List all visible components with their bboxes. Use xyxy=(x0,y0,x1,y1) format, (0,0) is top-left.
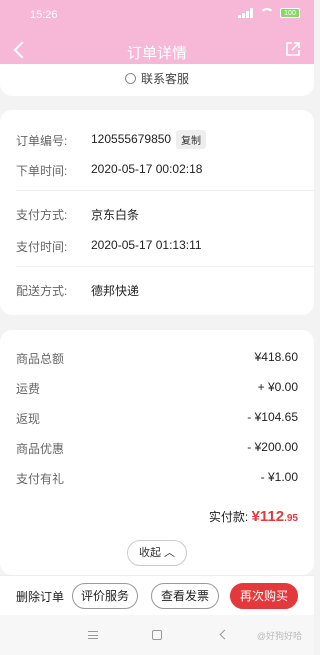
signal-icon xyxy=(238,8,254,18)
divider xyxy=(16,266,314,267)
status-bar: 15:26 100 xyxy=(0,0,314,26)
view-invoice-button[interactable]: 查看发票 xyxy=(151,583,219,609)
copy-button[interactable]: 复制 xyxy=(176,130,206,149)
system-back-icon[interactable] xyxy=(219,629,230,640)
delivery-value: 德邦快递 xyxy=(91,284,140,298)
divider xyxy=(16,190,314,191)
delivery-label: 配送方式: xyxy=(16,284,68,298)
price-row-value: - ¥104.65 xyxy=(247,410,298,424)
paid-dec: .95 xyxy=(284,513,298,524)
paid-amount: 实付款: ¥112.95 xyxy=(209,508,298,525)
paid-label: 实付款: xyxy=(208,510,249,524)
top-header: 15:26 100 订单详情 xyxy=(0,0,314,72)
menu-icon[interactable] xyxy=(88,631,98,639)
pay-time-label: 支付时间: xyxy=(16,240,68,254)
home-icon[interactable] xyxy=(152,630,162,640)
price-row-label: 支付有礼 xyxy=(16,472,65,486)
pay-time-value: 2020-05-17 01:13:11 xyxy=(91,238,202,252)
price-row-label: 返现 xyxy=(16,412,41,426)
wifi-icon xyxy=(260,8,274,18)
pay-method-value: 京东白条 xyxy=(91,208,140,222)
order-time-value: 2020-05-17 00:02:18 xyxy=(91,162,203,176)
collapse-button[interactable]: 收起 ︿ xyxy=(127,540,187,566)
battery-icon: 100 xyxy=(280,8,300,18)
price-row-value: + ¥0.00 xyxy=(257,380,298,394)
paid-int: 112 xyxy=(259,508,285,525)
price-row-label: 商品优惠 xyxy=(16,442,65,456)
contact-label: 联系客服 xyxy=(140,72,189,86)
price-row-value: - ¥200.00 xyxy=(247,440,298,454)
pay-method-label: 支付方式: xyxy=(16,208,68,222)
order-no-label: 订单编号: xyxy=(16,134,68,148)
price-row-label: 商品总额 xyxy=(16,352,65,366)
contact-service-button[interactable]: 联系客服 xyxy=(0,70,314,87)
contact-card: 联系客服 xyxy=(0,64,314,96)
price-card: 商品总额 ¥418.60 运费 + ¥0.00 返现 - ¥104.65 商品优… xyxy=(0,330,314,575)
price-row-value: - ¥1.00 xyxy=(260,470,298,484)
paid-symbol: ¥ xyxy=(251,508,260,525)
delete-order-button[interactable]: 删除订单 xyxy=(16,588,64,605)
price-row-value: ¥418.60 xyxy=(254,350,298,364)
price-row-label: 运费 xyxy=(16,382,41,396)
order-info-card: 订单编号: 120555679850 复制 下单时间: 2020-05-17 0… xyxy=(0,110,314,315)
system-nav-bar: @好狗好哈 xyxy=(0,615,314,655)
review-service-button[interactable]: 评价服务 xyxy=(72,583,138,609)
status-time: 15:26 xyxy=(30,9,58,21)
action-bar: 删除订单 评价服务 查看发票 再次购买 xyxy=(0,575,314,615)
share-icon[interactable] xyxy=(284,40,302,58)
watermark: @好狗好哈 xyxy=(256,631,302,641)
order-time-label: 下单时间: xyxy=(16,164,68,178)
customer-service-icon xyxy=(124,73,136,84)
buy-again-button[interactable]: 再次购买 xyxy=(230,583,298,609)
page-title: 订单详情 xyxy=(126,45,187,62)
status-icons: 100 xyxy=(238,8,300,18)
order-no-value: 120555679850 xyxy=(91,132,172,146)
